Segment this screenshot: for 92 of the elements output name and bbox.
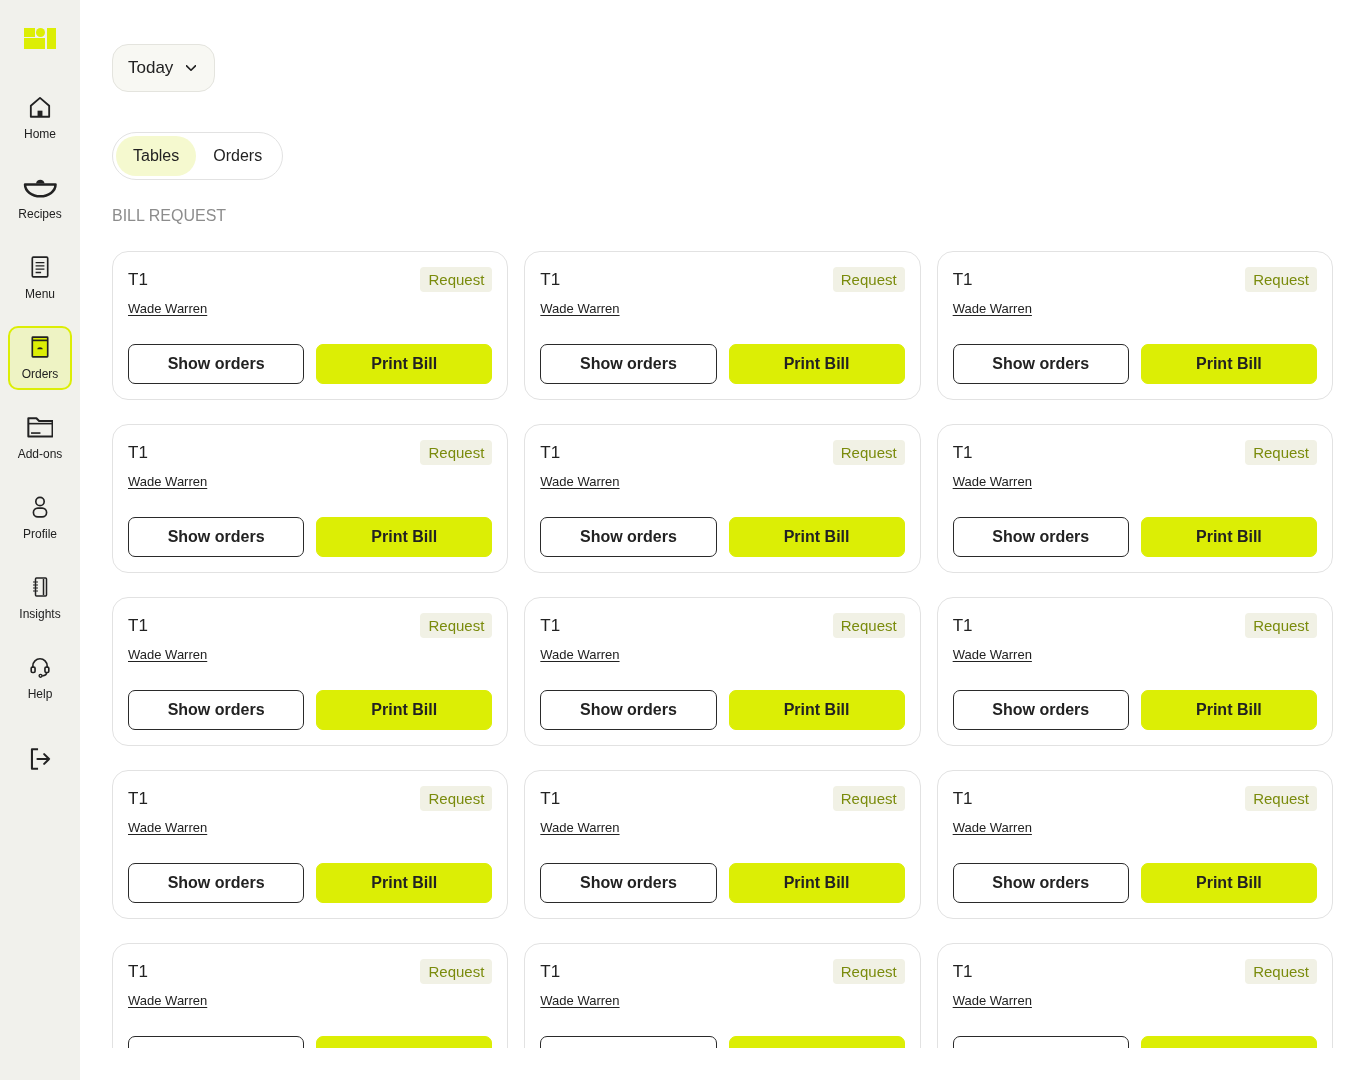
show-orders-button[interactable]: Show orders	[128, 517, 305, 557]
table-number: T1	[128, 788, 148, 809]
status-badge: Request	[420, 786, 493, 811]
print-bill-button[interactable]: Print Bill	[728, 863, 905, 903]
table-number: T1	[540, 442, 561, 463]
show-orders-button[interactable]: Show orders	[952, 344, 1129, 384]
print-bill-button[interactable]: Print Bill	[1140, 517, 1317, 557]
status-badge: Request	[420, 959, 493, 984]
table-number: T1	[540, 961, 561, 982]
show-orders-button[interactable]: Show orders	[540, 517, 717, 557]
print-bill-button[interactable]: Print Bill	[316, 863, 493, 903]
print-bill-button[interactable]: Print Bill	[1140, 690, 1317, 730]
table-number: T1	[540, 269, 561, 290]
show-orders-button[interactable]: Show orders	[952, 863, 1129, 903]
customer-link[interactable]: Wade Warren	[128, 647, 208, 663]
table-number: T1	[540, 615, 561, 636]
status-badge: Request	[420, 613, 493, 638]
folder-icon	[26, 416, 54, 438]
show-orders-button[interactable]: Show orders	[952, 517, 1129, 557]
show-orders-button[interactable]: Show orders	[128, 344, 305, 384]
table-number: T1	[952, 788, 973, 809]
status-badge: Request	[1245, 267, 1317, 292]
status-badge: Request	[832, 959, 905, 984]
show-orders-button[interactable]: Show orders	[128, 690, 305, 730]
show-orders-button[interactable]: Show orders	[540, 344, 717, 384]
print-bill-button[interactable]: Print Bill	[728, 517, 905, 557]
print-bill-button[interactable]: Print Bill	[316, 517, 493, 557]
customer-link[interactable]: Wade Warren	[952, 820, 1032, 836]
table-number: T1	[128, 442, 148, 463]
home-icon	[29, 96, 51, 118]
customer-link[interactable]: Wade Warren	[952, 301, 1032, 317]
table-number: T1	[952, 269, 973, 290]
print-bill-button[interactable]: Print Bill	[1140, 863, 1317, 903]
tab[interactable]: Orders	[196, 136, 280, 176]
nav-item[interactable]: Insights	[8, 566, 72, 630]
status-badge: Request	[832, 786, 905, 811]
logout-button[interactable]	[29, 748, 51, 770]
nav-item[interactable]: Recipes	[8, 166, 72, 230]
customer-link[interactable]: Wade Warren	[540, 647, 620, 663]
document-icon	[31, 256, 49, 278]
nav-item[interactable]: Home	[8, 86, 72, 150]
nav-item[interactable]: Help	[8, 646, 72, 710]
customer-link[interactable]: Wade Warren	[128, 820, 208, 836]
status-badge: Request	[832, 613, 905, 638]
table-number: T1	[952, 615, 973, 636]
tab[interactable]: Tables	[116, 136, 197, 176]
customer-link[interactable]: Wade Warren	[128, 474, 208, 490]
table-number: T1	[952, 961, 973, 982]
status-badge: Request	[1245, 959, 1317, 984]
print-bill-button[interactable]: Print Bill	[728, 690, 905, 730]
customer-link[interactable]: Wade Warren	[540, 820, 620, 836]
person-icon	[32, 496, 48, 518]
show-orders-button[interactable]: Show orders	[540, 863, 717, 903]
status-badge: Request	[420, 440, 493, 465]
date-dropdown[interactable]: Today	[112, 44, 216, 92]
customer-link[interactable]: Wade Warren	[128, 301, 208, 317]
status-badge: Request	[420, 267, 493, 292]
table-number: T1	[952, 442, 973, 463]
print-bill-button[interactable]: Print Bill	[728, 344, 905, 384]
table-number: T1	[128, 961, 148, 982]
notebook-icon	[32, 576, 48, 598]
nav-item[interactable]: Add-ons	[8, 406, 72, 470]
customer-link[interactable]: Wade Warren	[540, 993, 620, 1009]
logout-icon	[29, 748, 51, 770]
headset-icon	[30, 656, 50, 678]
status-badge: Request	[1245, 613, 1317, 638]
table-number: T1	[540, 788, 561, 809]
nav-item[interactable]: Orders	[8, 326, 72, 390]
customer-link[interactable]: Wade Warren	[540, 301, 620, 317]
show-orders-button[interactable]: Show orders	[540, 690, 717, 730]
status-badge: Request	[1245, 786, 1317, 811]
status-badge: Request	[832, 267, 905, 292]
logo-icon	[24, 28, 56, 49]
show-orders-button[interactable]: Show orders	[952, 690, 1129, 730]
table-number: T1	[128, 615, 148, 636]
print-bill-button[interactable]: Print Bill	[316, 344, 493, 384]
customer-link[interactable]: Wade Warren	[540, 474, 620, 490]
status-badge: Request	[832, 440, 905, 465]
status-badge: Request	[1245, 440, 1317, 465]
show-orders-button[interactable]: Show orders	[128, 863, 305, 903]
nav-item[interactable]: Profile	[8, 486, 72, 550]
print-bill-button[interactable]: Print Bill	[1140, 344, 1317, 384]
nav-item[interactable]: Menu	[8, 246, 72, 310]
box-icon	[31, 336, 49, 358]
customer-link[interactable]: Wade Warren	[952, 647, 1032, 663]
customer-link[interactable]: Wade Warren	[952, 993, 1032, 1009]
table-number: T1	[128, 269, 148, 290]
customer-link[interactable]: Wade Warren	[128, 993, 208, 1009]
section-title: BILL REQUEST	[112, 206, 228, 226]
customer-link[interactable]: Wade Warren	[952, 474, 1032, 490]
chevron-down-icon	[186, 65, 197, 71]
print-bill-button[interactable]: Print Bill	[316, 690, 493, 730]
